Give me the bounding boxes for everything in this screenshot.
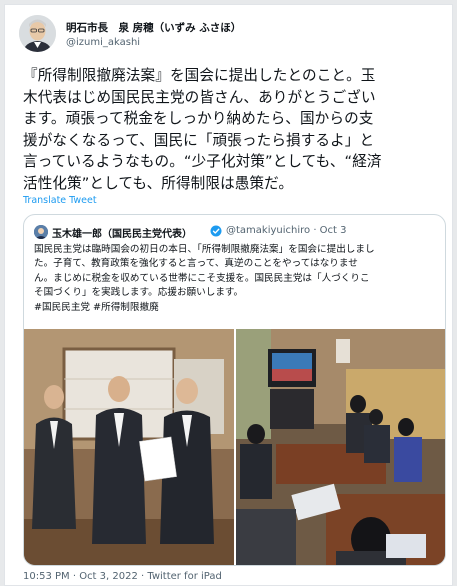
quoted-text-line: た。子育て、教育政策を強化すると言って、真逆のことをやってはなりませ — [34, 258, 358, 270]
verified-badge-icon — [210, 225, 222, 237]
quoted-text-line: 国民民主党は臨時国会の初日の本日、「所得制限撤廃法案」を国会に提出しまし — [34, 244, 375, 255]
tweet-text-line: 活性化策”としても、所得制限は愚策だ。 — [23, 174, 294, 192]
quoted-tweet[interactable]: 玉木雄一郎（国民民主党代表） @tamakiyuichiro · Oct 3 国… — [23, 214, 446, 566]
quoted-text-line: ん。まじめに税金を収めている世帯にこそ支援を。国民民主党は「人づくりこ — [34, 272, 370, 284]
tweet-text: 『所得制限撤廃法案』を国会に提出したとのこと。玉 木代表はじめ国民民主党の皆さん… — [23, 65, 443, 194]
author-handle[interactable]: @izumi_akashi — [66, 37, 140, 48]
photo-bill-submission[interactable] — [24, 329, 234, 565]
photo-meeting-room[interactable] — [236, 329, 445, 565]
tweet-meta[interactable]: 10:53 PM · Oct 3, 2022 · Twitter for iPa… — [23, 571, 222, 582]
tweet-card: 明石市長 泉 房穂（いずみ ふさほ） @izumi_akashi 『所得制限撤廃… — [4, 4, 453, 586]
tweet-text-line: 木代表はじめ国民民主党の皆さん、ありがとうござい — [23, 88, 376, 106]
author-display-name[interactable]: 明石市長 泉 房穂（いずみ ふさほ） — [66, 20, 241, 35]
tweet-text-line: ます。頑張って税金をしっかり納めたら、国からの支 — [23, 110, 374, 127]
quoted-text-line: そ国づくり」を実践します。応援お願いします。 — [34, 287, 244, 299]
quoted-author-name[interactable]: 玉木雄一郎（国民民主党代表） — [52, 225, 192, 240]
quoted-hashtags[interactable]: #国民民主党 #所得制限撤廃 — [34, 301, 439, 315]
quoted-author-avatar[interactable] — [34, 225, 48, 239]
translate-tweet-link[interactable]: Translate Tweet — [23, 195, 97, 206]
quoted-tweet-media[interactable] — [24, 329, 445, 565]
quoted-tweet-text: 国民民主党は臨時国会の初日の本日、「所得制限撤廃法案」を国会に提出しまし た。子… — [34, 243, 439, 315]
tweet-text-line: 援がなくなるって、国民に「頑張ったら損するよ」と — [23, 131, 375, 149]
tweet-text-line: 『所得制限撤廃法案』を国会に提出したとのこと。玉 — [23, 67, 376, 84]
tweet-text-line: 言っているようなもの。“少子化対策”としても、“経済 — [23, 153, 382, 170]
quoted-author-handle-date[interactable]: @tamakiyuichiro · Oct 3 — [226, 225, 347, 236]
author-avatar[interactable] — [19, 15, 56, 52]
